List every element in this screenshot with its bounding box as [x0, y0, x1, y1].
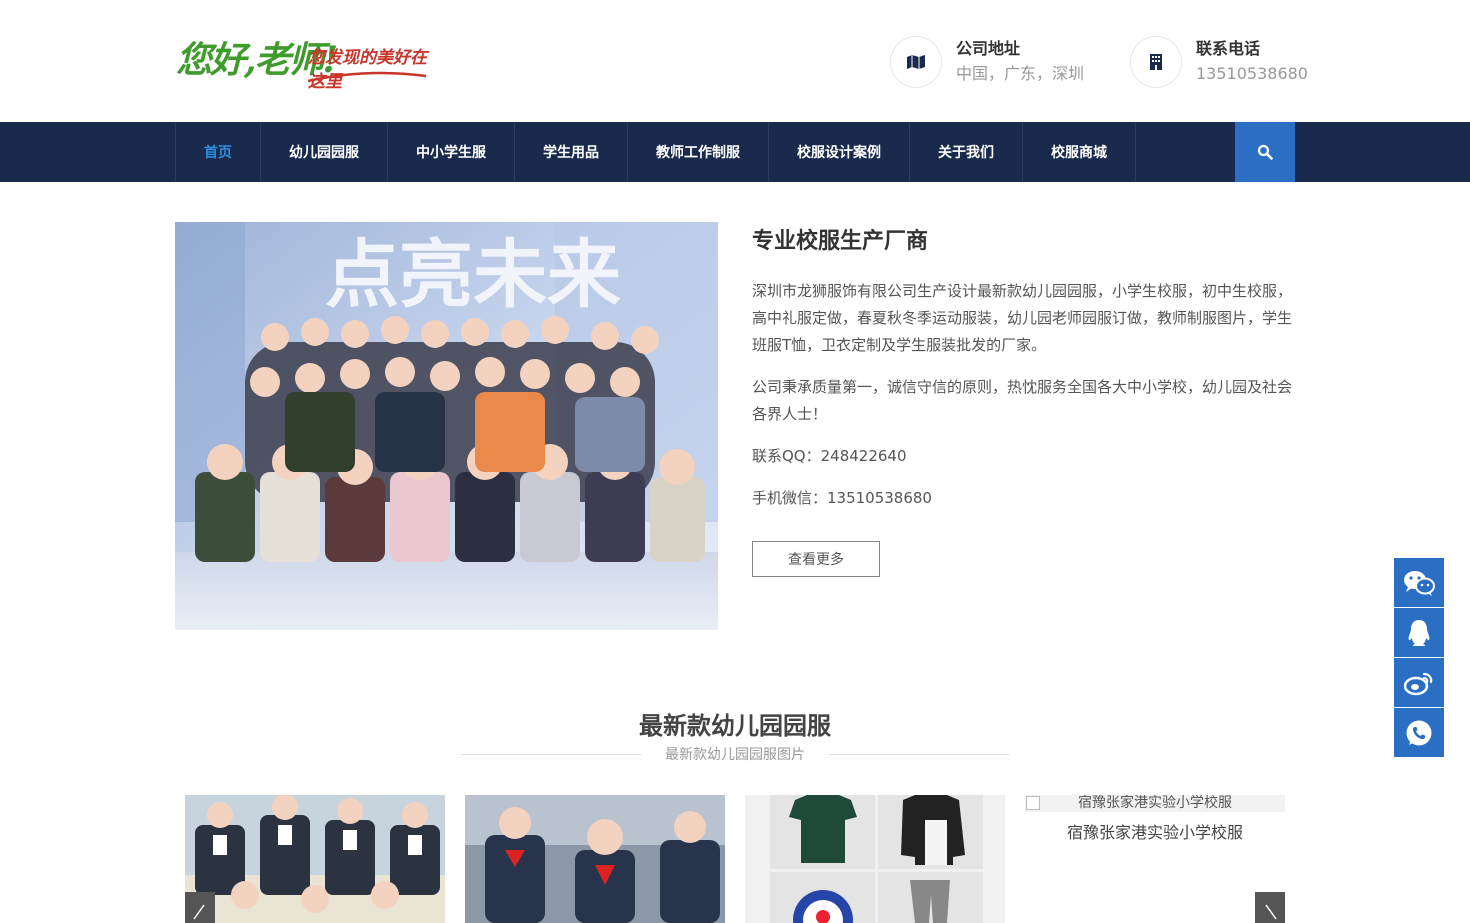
phone-button[interactable]	[1394, 708, 1444, 757]
logo-swoosh-icon	[307, 71, 427, 83]
intro-wechat: 手机微信：13510538680	[752, 489, 932, 507]
product-card[interactable]	[745, 795, 1005, 923]
address-title: 公司地址	[956, 39, 1021, 58]
carousel-next-button[interactable]	[1255, 892, 1285, 923]
floating-contact-bar	[1394, 558, 1444, 758]
chevron-right-icon	[1265, 904, 1277, 920]
nav-item-school-uniform[interactable]: 中小学生服	[388, 122, 515, 182]
nav-item-teacher-uniform[interactable]: 教师工作制服	[628, 122, 769, 182]
search-button[interactable]	[1235, 122, 1295, 182]
product-image-alt: 宿豫张家港实验小学校服	[1078, 795, 1232, 811]
section-title: 最新款幼儿园园服	[639, 712, 831, 740]
building-icon	[1130, 36, 1182, 88]
intro-paragraph: 深圳市龙狮服饰有限公司生产设计最新款幼儿园园服，小学生校服，初中生校服，高中礼服…	[752, 282, 1293, 354]
product-image	[185, 795, 445, 923]
main-nav: 首页 幼儿园园服 中小学生服 学生用品 教师工作制服 校服设计案例 关于我们 校…	[0, 122, 1470, 182]
product-caption[interactable]: 宿豫张家港实验小学校服	[1025, 823, 1285, 843]
intro-photo-title: 点亮未来	[325, 232, 621, 318]
view-more-button[interactable]: 查看更多	[752, 541, 880, 577]
phone-value: 13510538680	[1196, 64, 1308, 83]
nav-item-about[interactable]: 关于我们	[910, 122, 1023, 182]
nav-list: 首页 幼儿园园服 中小学生服 学生用品 教师工作制服 校服设计案例 关于我们 校…	[175, 122, 1295, 182]
search-icon	[1257, 144, 1273, 160]
site-logo[interactable]: 您好,老师! 您发现的美好在这里	[176, 36, 428, 92]
product-image	[745, 795, 1005, 923]
carousel-prev-button[interactable]	[185, 892, 215, 923]
address-value: 中国，广东，深圳	[956, 64, 1085, 83]
qq-button[interactable]	[1394, 608, 1444, 657]
broken-image: 宿豫张家港实验小学校服	[1025, 795, 1285, 812]
weibo-button[interactable]	[1394, 658, 1444, 707]
phone-title: 联系电话	[1196, 39, 1261, 58]
wechat-button[interactable]	[1394, 558, 1444, 607]
nav-item-home[interactable]: 首页	[176, 122, 261, 182]
intro-title: 专业校服生产厂商	[752, 229, 929, 254]
intro-paragraph: 公司秉承质量第一，诚信守信的原则，热忱服务全国各大中小学校，幼儿园及社会各界人士…	[752, 378, 1293, 423]
nav-item-supplies[interactable]: 学生用品	[515, 122, 628, 182]
qq-icon	[1408, 619, 1430, 646]
site-header: 您好,老师! 您发现的美好在这里 公司地址 中国，广东，深圳 联系电话 1351…	[0, 0, 1470, 122]
intro-photo: 点亮未来	[175, 222, 718, 630]
phone-icon	[1406, 720, 1432, 745]
nav-item-kindergarten[interactable]: 幼儿园园服	[261, 122, 388, 182]
nav-item-shop[interactable]: 校服商城	[1023, 122, 1136, 182]
product-image	[465, 795, 725, 923]
product-card[interactable]: 宿豫张家港实验小学校服 宿豫张家港实验小学校服	[1025, 795, 1285, 923]
section-subtitle: 最新款幼儿园园服图片	[665, 747, 805, 763]
broken-image-icon	[1026, 796, 1040, 810]
intro-qq: 联系QQ：248422640	[752, 447, 907, 465]
wechat-icon	[1404, 570, 1435, 596]
weibo-icon	[1404, 672, 1433, 695]
product-card[interactable]	[185, 795, 445, 923]
nav-item-design-cases[interactable]: 校服设计案例	[769, 122, 910, 182]
chevron-left-icon	[193, 904, 205, 920]
product-card[interactable]	[465, 795, 725, 923]
map-icon	[890, 36, 942, 88]
